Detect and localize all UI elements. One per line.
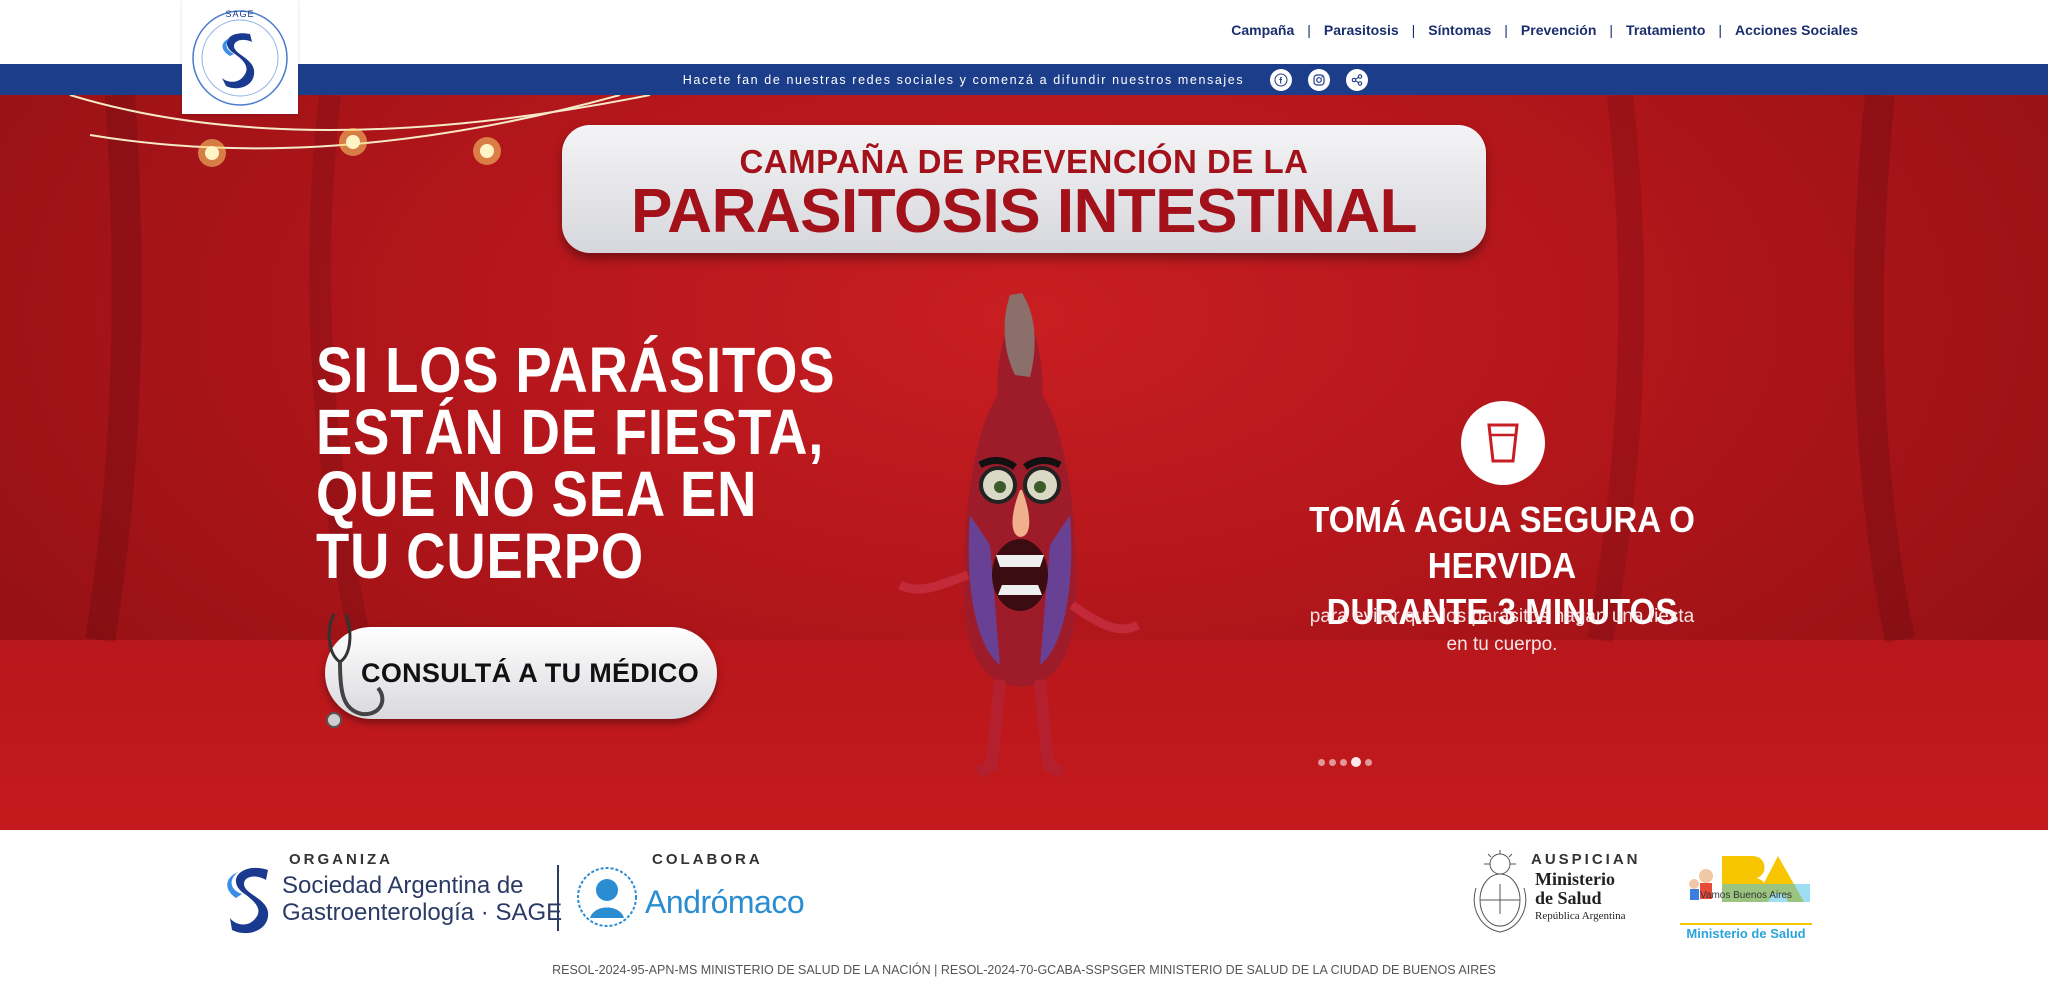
sage-name-line: Sociedad Argentina de — [282, 872, 524, 899]
nav-parasitosis[interactable]: Parasitosis — [1324, 22, 1399, 38]
ministerio-salud-nacion-logo[interactable]: Ministerio de Salud República Argentina — [1535, 870, 1626, 924]
auspician-label: AUSPICIAN — [1531, 851, 1641, 868]
carousel-dot[interactable] — [1365, 758, 1372, 766]
sage-footer-logo-icon — [227, 867, 269, 934]
nav-prevencion[interactable]: Prevención — [1521, 22, 1596, 38]
slogan-line: TU CUERPO — [316, 520, 645, 592]
carousel-dot[interactable] — [1318, 758, 1325, 766]
campaign-title: CAMPAÑA DE PREVENCIÓN DE LA PARASITOSIS … — [562, 125, 1486, 253]
andromaco-emblem-icon — [577, 867, 637, 927]
site-header: SAGE Campaña | Parasitosis | Síntomas | … — [0, 0, 2048, 114]
andromaco-logo-text[interactable]: Andrómaco — [645, 884, 805, 921]
campaign-title-top: CAMPAÑA DE PREVENCIÓN DE LA — [739, 143, 1309, 180]
nav-separator: | — [1504, 22, 1508, 38]
share-icon[interactable] — [1346, 68, 1369, 91]
tip-body-line: en tu cuerpo. — [1446, 634, 1558, 655]
tip-title-line: TOMÁ AGUA SEGURA O HERVIDA — [1309, 499, 1695, 586]
campaign-title-main: PARASITOSIS INTESTINAL — [631, 177, 1417, 246]
argentina-coat-of-arms-icon — [1473, 850, 1527, 933]
sage-footer-name[interactable]: Sociedad Argentina de Gastroenterología … — [282, 872, 562, 926]
sage-emblem-icon — [192, 10, 288, 106]
stethoscope-icon — [326, 613, 385, 728]
slogan-line: SI LOS PARÁSITOS — [316, 334, 836, 406]
organiza-label: ORGANIZA — [289, 851, 393, 868]
ba-ministerio-label[interactable]: Ministerio de Salud — [1676, 926, 1816, 941]
slogan-line: ESTÁN DE FIESTA, — [316, 396, 825, 468]
tip-body-line: para evitar que los parásitos hagan una … — [1309, 606, 1695, 627]
hero-banner: CAMPAÑA DE PREVENCIÓN DE LA PARASITOSIS … — [0, 95, 2048, 830]
carousel-dot-active[interactable] — [1351, 757, 1361, 767]
carousel-dot[interactable] — [1329, 758, 1336, 766]
ministerio-line: de Salud — [1535, 888, 1602, 908]
ba-divider — [1680, 923, 1812, 925]
sage-logo[interactable]: SAGE — [182, 0, 298, 114]
colabora-label: COLABORA — [652, 851, 763, 868]
main-nav: Campaña | Parasitosis | Síntomas | Preve… — [1231, 22, 1858, 38]
carousel-dots — [1318, 757, 1376, 767]
tip-body: para evitar que los parásitos hagan una … — [1282, 603, 1722, 659]
parasite-character — [897, 293, 1141, 779]
hero-slogan: SI LOS PARÁSITOS ESTÁN DE FIESTA, QUE NO… — [316, 334, 836, 592]
carousel-dot[interactable] — [1340, 758, 1347, 766]
nav-separator: | — [1307, 22, 1311, 38]
logo-text-top: SAGE — [225, 9, 255, 19]
consult-doctor-label: CONSULTÁ A TU MÉDICO — [361, 657, 699, 688]
sage-name-line: Gastroenterología · SAGE — [282, 899, 563, 926]
ministerio-line: Ministerio — [1535, 869, 1615, 889]
nav-separator: | — [1718, 22, 1723, 38]
ba-tagline: Vamos Buenos Aires — [1699, 890, 1793, 901]
water-glass-icon — [1461, 401, 1545, 485]
nav-separator: | — [1609, 22, 1614, 38]
nav-campana[interactable]: Campaña — [1231, 22, 1294, 38]
social-bar: Hacete fan de nuestras redes sociales y … — [0, 64, 2048, 95]
ministerio-line: República Argentina — [1535, 910, 1626, 922]
nav-sintomas[interactable]: Síntomas — [1428, 22, 1491, 38]
footer-divider — [557, 865, 559, 931]
nav-separator: | — [1411, 22, 1416, 38]
facebook-icon[interactable] — [1270, 68, 1293, 91]
slogan-line: QUE NO SEA EN — [316, 458, 758, 530]
site-footer: ORGANIZA Sociedad Argentina de Gastroent… — [0, 830, 2048, 1002]
instagram-icon[interactable] — [1308, 68, 1331, 91]
nav-acciones-sociales[interactable]: Acciones Sociales — [1735, 22, 1858, 38]
social-bar-text: Hacete fan de nuestras redes sociales y … — [682, 72, 1245, 87]
nav-tratamiento[interactable]: Tratamiento — [1626, 22, 1705, 38]
resolution-text: RESOL-2024-95-APN-MS MINISTERIO DE SALUD… — [552, 963, 1496, 977]
